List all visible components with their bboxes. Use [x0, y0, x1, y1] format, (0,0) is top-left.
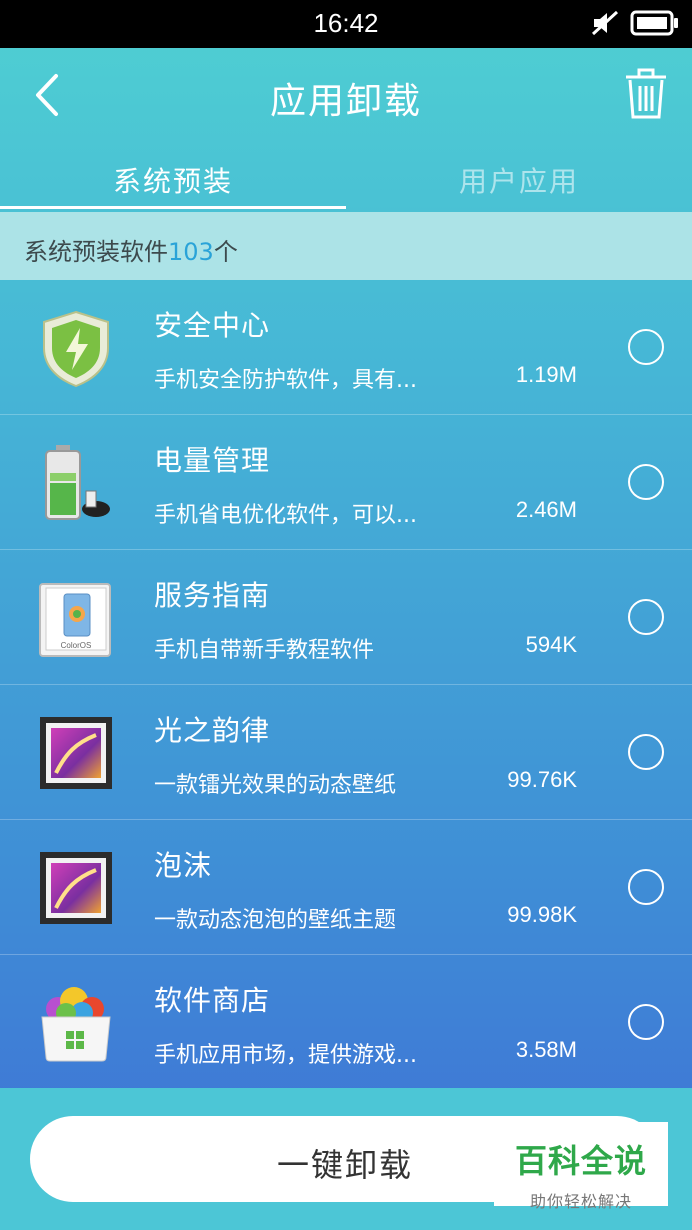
watermark: 百科全说 助你轻松解决 — [494, 1122, 668, 1211]
page-title: 应用卸载 — [269, 81, 422, 122]
shield-icon — [43, 310, 109, 388]
app-row[interactable]: 软件商店 手机应用市场，提供游戏... 3.58M — [0, 955, 692, 1090]
mute-icon — [591, 10, 619, 36]
app-name: 泡沫 — [154, 849, 213, 882]
app-size: 1.19M — [515, 362, 577, 387]
app-description: 手机省电优化软件，可以... — [154, 503, 417, 528]
count-prefix: 系统预装软件 — [24, 238, 168, 266]
app-description: 一款动态泡泡的壁纸主题 — [154, 908, 397, 933]
trash-icon[interactable] — [622, 68, 670, 120]
select-radio[interactable] — [628, 1004, 664, 1040]
app-row[interactable]: 泡沫 一款动态泡泡的壁纸主题 99.98K — [0, 820, 692, 955]
select-radio[interactable] — [628, 599, 664, 635]
status-icons — [590, 10, 680, 36]
select-radio[interactable] — [628, 734, 664, 770]
status-bar: 16:42 — [0, 0, 692, 48]
select-radio[interactable] — [628, 869, 664, 905]
app-description: 手机应用市场，提供游戏... — [154, 1043, 417, 1068]
select-radio[interactable] — [628, 464, 664, 500]
battery-status-icon — [630, 10, 678, 36]
wallpaper-icon — [40, 717, 112, 789]
app-name: 服务指南 — [154, 579, 271, 612]
wallpaper-icon — [40, 852, 112, 924]
app-count-bar: 系统预装软件103个 — [0, 212, 692, 280]
tab-user-apps[interactable]: 用户应用 — [346, 160, 692, 200]
status-time: 16:42 — [313, 8, 379, 38]
count-number: 103 — [168, 238, 214, 266]
tab-system-preinstalled[interactable]: 系统预装 — [0, 160, 346, 200]
app-row[interactable]: 安全中心 手机安全防护软件，具有... 1.19M — [0, 280, 692, 415]
colorOS-label: ColorOS — [61, 641, 92, 650]
guide-book-icon: ColorOS — [39, 583, 111, 657]
app-row[interactable]: 电量管理 手机省电优化软件，可以... 2.46M — [0, 415, 692, 550]
app-description: 一款镭光效果的动态壁纸 — [154, 773, 397, 798]
app-size: 3.58M — [515, 1037, 577, 1062]
app-name: 电量管理 — [154, 444, 271, 477]
app-list: 安全中心 手机安全防护软件，具有... 1.19M 电量管理 手机省电优化软件，… — [0, 280, 692, 1090]
app-size: 99.76K — [507, 767, 577, 792]
app-name: 安全中心 — [154, 309, 271, 342]
tab-bar: 系统预装 用户应用 — [0, 144, 692, 212]
app-row[interactable]: 光之韵律 一款镭光效果的动态壁纸 99.76K — [0, 685, 692, 820]
battery-icon — [45, 445, 110, 520]
app-name: 软件商店 — [154, 984, 271, 1017]
app-size: 594K — [525, 632, 577, 657]
tab-indicator — [0, 206, 346, 209]
watermark-sub: 助你轻松解决 — [529, 1192, 632, 1211]
header: 应用卸载 — [0, 48, 692, 144]
watermark-main: 百科全说 — [514, 1142, 647, 1180]
app-description: 手机安全防护软件，具有... — [154, 368, 417, 393]
app-row[interactable]: ColorOS 服务指南 手机自带新手教程软件 594K — [0, 550, 692, 685]
app-size: 2.46M — [515, 497, 577, 522]
select-radio[interactable] — [628, 329, 664, 365]
app-store-icon — [41, 987, 111, 1062]
count-suffix: 个 — [213, 238, 238, 266]
app-size: 99.98K — [507, 902, 577, 927]
app-description: 手机自带新手教程软件 — [154, 638, 375, 663]
app-name: 光之韵律 — [154, 714, 271, 747]
